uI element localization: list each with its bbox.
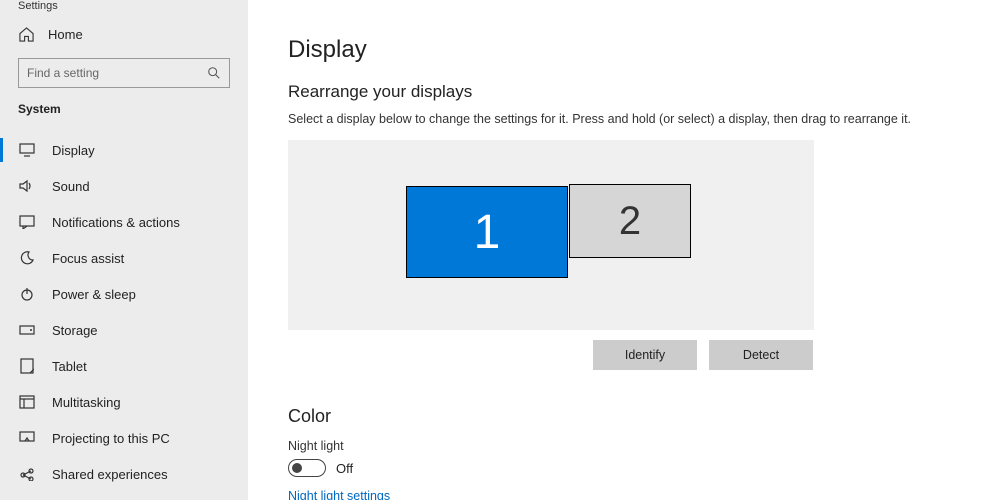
sidebar-item-display[interactable]: Display [0,132,248,168]
monitor-1[interactable]: 1 [406,186,568,278]
night-light-settings-link[interactable]: Night light settings [288,489,390,500]
night-light-toggle-row: Off [288,459,960,477]
sidebar-item-focus-assist[interactable]: Focus assist [0,240,248,276]
sidebar-item-label: Projecting to this PC [52,431,170,446]
project-icon [18,430,36,446]
rearrange-heading: Rearrange your displays [288,82,960,102]
sidebar-item-power[interactable]: Power & sleep [0,276,248,312]
home-icon [18,26,34,42]
night-light-label: Night light [288,439,960,453]
sidebar-item-label: Storage [52,323,98,338]
sidebar-item-tablet[interactable]: Tablet [0,348,248,384]
tablet-icon [18,358,36,374]
monitor-2[interactable]: 2 [569,184,691,258]
sidebar: Settings Home System Display Sound [0,0,248,500]
search-icon [207,66,221,80]
identify-button[interactable]: Identify [593,340,697,370]
sidebar-item-label: Display [52,143,95,158]
sidebar-item-label: Multitasking [52,395,121,410]
home-button[interactable]: Home [0,20,248,48]
sound-icon [18,178,36,194]
search-field[interactable] [27,66,207,80]
sidebar-item-label: Shared experiences [52,467,168,482]
moon-icon [18,250,36,266]
sidebar-item-projecting[interactable]: Projecting to this PC [0,420,248,456]
display-icon [18,142,36,158]
sidebar-item-label: Power & sleep [52,287,136,302]
sidebar-item-label: Sound [52,179,90,194]
shared-icon [18,466,36,482]
multitasking-icon [18,394,36,410]
search-input[interactable] [18,58,230,88]
app-title: Settings [0,0,248,16]
display-arrangement[interactable]: 1 2 [288,140,814,330]
night-light-toggle[interactable] [288,459,326,477]
home-label: Home [48,27,83,42]
sidebar-item-storage[interactable]: Storage [0,312,248,348]
display-buttons: Identify Detect [593,340,960,370]
sidebar-nav: Display Sound Notifications & actions Fo… [0,132,248,492]
sidebar-item-sound[interactable]: Sound [0,168,248,204]
category-label: System [0,88,248,124]
sidebar-item-label: Notifications & actions [52,215,180,230]
color-heading: Color [288,406,960,427]
sidebar-item-label: Tablet [52,359,87,374]
page-title: Display [288,36,960,64]
detect-button[interactable]: Detect [709,340,813,370]
sidebar-item-shared[interactable]: Shared experiences [0,456,248,492]
message-icon [18,214,36,230]
storage-icon [18,322,36,338]
night-light-state: Off [336,461,353,476]
rearrange-description: Select a display below to change the set… [288,112,960,126]
main-content: Display Rearrange your displays Select a… [248,0,1000,500]
sidebar-item-notifications[interactable]: Notifications & actions [0,204,248,240]
sidebar-item-label: Focus assist [52,251,124,266]
color-section: Color Night light Off Night light settin… [288,406,960,500]
sidebar-item-multitasking[interactable]: Multitasking [0,384,248,420]
power-icon [18,286,36,302]
